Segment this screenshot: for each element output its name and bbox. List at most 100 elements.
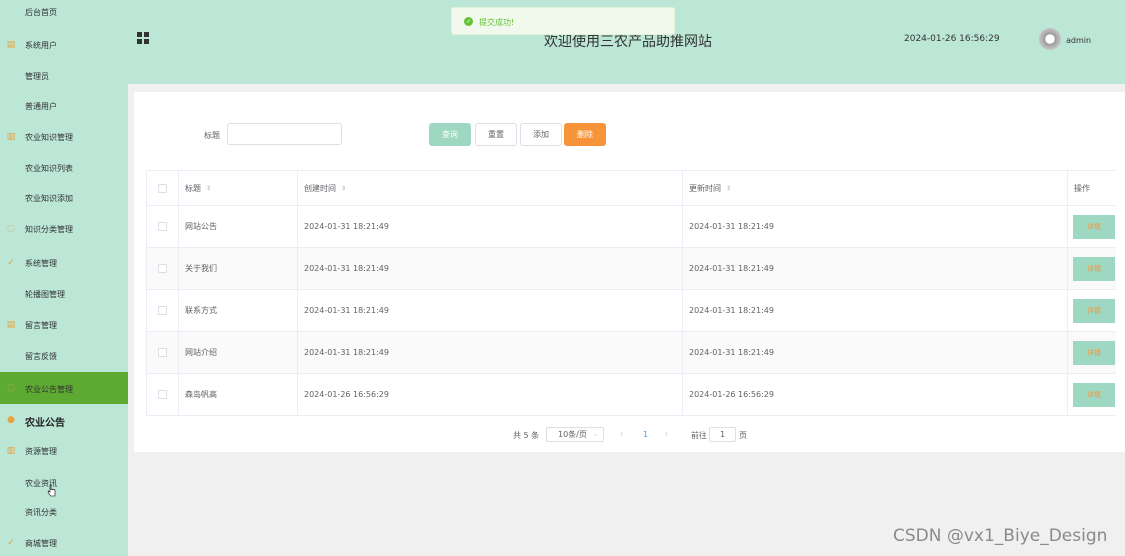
search-label: 标题 [204, 131, 220, 140]
goto-label: 前往 [691, 431, 707, 440]
delete-button[interactable]: 删除 [564, 123, 606, 146]
cell-actions: 详情 [1068, 206, 1116, 247]
goto-page-input[interactable]: 1 [709, 427, 736, 442]
prev-page-icon[interactable]: ‹ [620, 429, 623, 438]
sidebar-item-carousel[interactable]: 轮播图管理 [0, 284, 128, 304]
row-checkbox[interactable] [158, 222, 167, 231]
select-all-checkbox[interactable] [158, 183, 167, 193]
cell-title: 关于我们 [179, 248, 298, 289]
detail-button[interactable]: 详情 [1073, 256, 1115, 281]
header-actions: 操作 [1074, 183, 1090, 193]
page-suffix: 页 [739, 431, 747, 440]
sidebar-item-system-mgmt[interactable]: ✓ 系统管理 [0, 253, 128, 273]
header-created-label: 创建时间 [304, 183, 336, 193]
sidebar-item-label: 普通用户 [25, 102, 57, 111]
cell-actions: 详情 [1068, 248, 1116, 289]
page-size-select[interactable]: 10条/页 ⌄ [546, 427, 604, 442]
header-updated[interactable]: 更新时间 ⇕ [683, 171, 1068, 205]
sidebar-item-announcement-mgmt[interactable]: ◌ 农业公告管理 [0, 372, 128, 404]
title-search-input[interactable] [227, 123, 342, 145]
chevron-down-icon: ⌄ [592, 431, 598, 438]
sidebar-item-knowledge-add[interactable]: 农业知识添加 [0, 188, 128, 208]
cell-updated: 2024-01-31 18:21:49 [683, 248, 1068, 289]
sidebar-item-users[interactable]: 普通用户 [0, 96, 128, 116]
cell-actions: 详情 [1068, 374, 1116, 415]
sort-icon[interactable]: ⇕ [341, 185, 346, 192]
cell-actions: 详情 [1068, 290, 1116, 331]
sort-icon[interactable]: ⇕ [726, 185, 731, 192]
cell-title: 网站公告 [179, 206, 298, 247]
cell-created: 2024-01-31 18:21:49 [298, 206, 683, 247]
sidebar-item-label: 留言反馈 [25, 352, 57, 361]
query-button[interactable]: 查询 [429, 123, 471, 146]
row-select-cell [147, 374, 179, 415]
header-created[interactable]: 创建时间 ⇕ [298, 171, 683, 205]
sidebar-item-label: 农业知识管理 [25, 133, 73, 142]
sidebar-item-knowledge-category[interactable]: ◌ 知识分类管理 [0, 219, 128, 239]
sidebar-item-knowledge-list[interactable]: 农业知识列表 [0, 158, 128, 178]
sidebar-item-feedback[interactable]: 留言反馈 [0, 346, 128, 366]
next-page-icon[interactable]: › [665, 429, 668, 438]
row-select-cell [147, 290, 179, 331]
sidebar-item-announcement[interactable]: ● 农业公告 [0, 410, 128, 430]
sidebar-item-admins[interactable]: 管理员 [0, 66, 128, 86]
table-header-row: 标题 ⇕ 创建时间 ⇕ 更新时间 ⇕ 操作 [147, 171, 1116, 206]
detail-button[interactable]: 详情 [1073, 340, 1115, 365]
sidebar-item-shop[interactable]: ✓ 商城管理 [0, 533, 128, 553]
username[interactable]: admin [1066, 36, 1091, 45]
detail-button[interactable]: 详情 [1073, 382, 1115, 407]
sidebar-item-label: 资源管理 [25, 447, 57, 456]
page-number[interactable]: 1 [643, 430, 648, 439]
cell-title: 网站介绍 [179, 332, 298, 373]
toast-message: 提交成功! [479, 18, 515, 27]
select-all-cell [147, 171, 179, 205]
bar-chart-icon: ▥ [6, 446, 16, 456]
sidebar-item-label: 农业知识添加 [25, 194, 73, 203]
grid-menu-icon[interactable] [137, 32, 150, 45]
sidebar-item-label: 农业公告 [25, 418, 65, 429]
sidebar-item-news[interactable]: 农业资讯 [0, 473, 128, 493]
row-checkbox[interactable] [158, 390, 167, 399]
cell-updated: 2024-01-31 18:21:49 [683, 290, 1068, 331]
detail-button[interactable]: 详情 [1073, 298, 1115, 323]
chat-icon: ◌ [7, 383, 15, 393]
page-size-value: 10条/页 [558, 430, 587, 439]
sidebar-item-knowledge-mgmt[interactable]: ▥ 农业知识管理 [0, 127, 128, 147]
sidebar-item-news-category[interactable]: 资讯分类 [0, 502, 128, 522]
sidebar-item-resources[interactable]: ▥ 资源管理 [0, 441, 128, 461]
cell-updated: 2024-01-26 16:56:29 [683, 374, 1068, 415]
location-icon: ● [7, 415, 15, 425]
cell-created: 2024-01-31 18:21:49 [298, 290, 683, 331]
check-circle-icon: ✓ [464, 17, 473, 26]
header-title[interactable]: 标题 ⇕ [179, 171, 298, 205]
data-table: 标题 ⇕ 创建时间 ⇕ 更新时间 ⇕ 操作 网站公告 2024-01-31 18:21… [146, 170, 1116, 416]
detail-button[interactable]: 详情 [1073, 214, 1115, 239]
sidebar-item-label: 资讯分类 [25, 508, 57, 517]
table-row: 森岛帆高 2024-01-26 16:56:29 2024-01-26 16:5… [147, 374, 1116, 416]
sort-icon[interactable]: ⇕ [206, 185, 211, 192]
add-button[interactable]: 添加 [520, 123, 562, 146]
sidebar-item-messages[interactable]: ▤ 留言管理 [0, 315, 128, 335]
pagination: 共 5 条 10条/页 ⌄ ‹ 1 › 前往 1 页 [134, 427, 1125, 443]
check-circle-icon: ✓ [7, 258, 15, 268]
row-select-cell [147, 206, 179, 247]
cell-title: 森岛帆高 [179, 374, 298, 415]
row-checkbox[interactable] [158, 306, 167, 315]
row-select-cell [147, 332, 179, 373]
header-title-label: 标题 [185, 183, 201, 193]
avatar[interactable] [1039, 28, 1061, 50]
mouse-cursor-icon [47, 484, 56, 497]
sidebar-item-home[interactable]: 后台首页 [0, 2, 128, 22]
row-checkbox[interactable] [158, 264, 167, 273]
cell-title: 联系方式 [179, 290, 298, 331]
reset-button[interactable]: 重置 [475, 123, 517, 146]
table-row: 网站介绍 2024-01-31 18:21:49 2024-01-31 18:2… [147, 332, 1116, 374]
table-row: 关于我们 2024-01-31 18:21:49 2024-01-31 18:2… [147, 248, 1116, 290]
sidebar-item-system-users[interactable]: ▤ 系统用户 [0, 35, 128, 55]
sidebar-item-label: 农业知识列表 [25, 164, 73, 173]
row-checkbox[interactable] [158, 348, 167, 357]
check-circle-icon: ✓ [7, 538, 15, 548]
cell-updated: 2024-01-31 18:21:49 [683, 206, 1068, 247]
sidebar-item-label: 商城管理 [25, 539, 57, 548]
sidebar-item-label: 系统管理 [25, 259, 57, 268]
